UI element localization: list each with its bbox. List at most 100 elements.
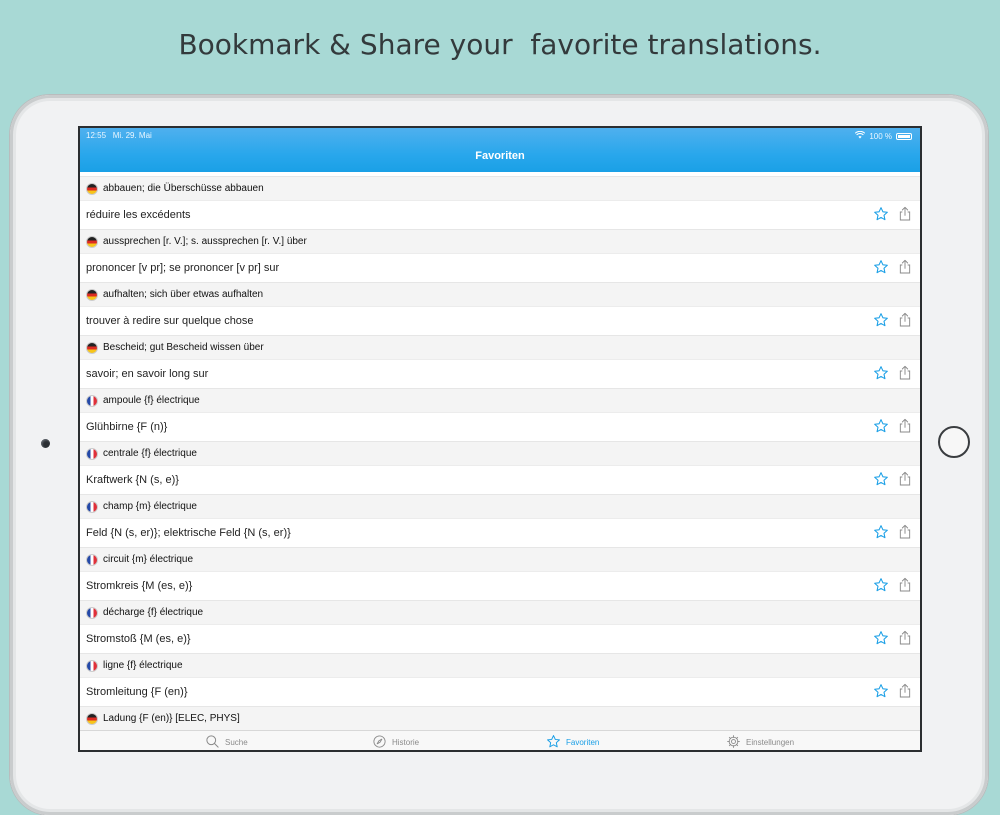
tab-label: Suche: [225, 738, 248, 747]
source-row[interactable]: abbauen; die Überschüsse abbauen: [80, 176, 920, 200]
translation-text: Stromleitung {F (en)}: [86, 686, 188, 698]
share-icon[interactable]: [897, 524, 913, 540]
german-flag-icon: [86, 288, 98, 301]
source-term: décharge {f} électrique: [103, 607, 204, 618]
favorite-star-icon[interactable]: [873, 206, 889, 222]
source-row[interactable]: circuit {m} électrique: [80, 547, 920, 571]
translation-row[interactable]: Stromleitung {F (en)}: [80, 677, 920, 706]
tab-label: Favoriten: [566, 738, 600, 747]
share-icon[interactable]: [897, 418, 913, 434]
tab-bar: Suche Historie Favoriten Einstellungen: [80, 730, 920, 750]
share-icon[interactable]: [897, 259, 913, 275]
tab-historie[interactable]: Historie: [372, 734, 419, 750]
source-term: aussprechen [r. V.]; s. aussprechen [r. …: [103, 236, 307, 247]
status-indicators: 100 %: [855, 130, 912, 141]
translation-row[interactable]: Kraftwerk {N (s, e)}: [80, 465, 920, 494]
promo-headline: Bookmark & Share your favorite translati…: [178, 28, 822, 61]
compass-icon: [372, 734, 387, 750]
share-icon[interactable]: [897, 577, 913, 593]
tab-label: Einstellungen: [746, 738, 795, 747]
source-term: centrale {f} électrique: [103, 448, 197, 459]
source-term: ampoule {f} électrique: [103, 395, 200, 406]
tab-suche[interactable]: Suche: [205, 734, 248, 750]
status-time-date: 12:55 Mi. 29. Mai: [86, 131, 152, 140]
translation-text: Kraftwerk {N (s, e)}: [86, 474, 179, 486]
navigation-bar: 12:55 Mi. 29. Mai 100 % Favoriten: [80, 128, 920, 172]
search-icon: [205, 734, 220, 750]
favorite-star-icon[interactable]: [873, 630, 889, 646]
translation-row[interactable]: Glühbirne {F (n)}: [80, 412, 920, 441]
translation-text: Stromkreis {M (es, e)}: [86, 580, 193, 592]
source-row[interactable]: Ladung {F (en)} [ELEC, PHYS]: [80, 706, 920, 730]
german-flag-icon: [86, 712, 98, 725]
front-camera: [41, 439, 50, 448]
source-row[interactable]: décharge {f} électrique: [80, 600, 920, 624]
wifi-icon: [855, 130, 866, 141]
battery-icon: [896, 132, 912, 140]
share-icon[interactable]: [897, 630, 913, 646]
home-button[interactable]: [938, 426, 970, 458]
source-term: circuit {m} électrique: [103, 554, 194, 565]
french-flag-icon: [86, 500, 98, 513]
source-term: aufhalten; sich über etwas aufhalten: [103, 289, 264, 300]
translation-row[interactable]: Feld {N (s, er)}; elektrische Feld {N (s…: [80, 518, 920, 547]
translation-row[interactable]: Stromstoß {M (es, e)}: [80, 624, 920, 653]
french-flag-icon: [86, 394, 98, 407]
translation-text: réduire les excédents: [86, 209, 191, 221]
translation-text: prononcer [v pr]; se prononcer [v pr] su…: [86, 262, 280, 274]
page-title: Favoriten: [475, 150, 525, 162]
favorite-star-icon[interactable]: [873, 683, 889, 699]
german-flag-icon: [86, 182, 98, 195]
french-flag-icon: [86, 553, 98, 566]
source-row[interactable]: ligne {f} électrique: [80, 653, 920, 677]
french-flag-icon: [86, 606, 98, 619]
translation-row[interactable]: trouver à redire sur quelque chose: [80, 306, 920, 335]
app-screen: 12:55 Mi. 29. Mai 100 % Favoriten abbaue…: [80, 128, 920, 750]
source-row[interactable]: aufhalten; sich über etwas aufhalten: [80, 282, 920, 306]
source-row[interactable]: aussprechen [r. V.]; s. aussprechen [r. …: [80, 229, 920, 253]
battery-percent: 100 %: [869, 131, 892, 141]
favorite-star-icon[interactable]: [873, 524, 889, 540]
source-term: abbauen; die Überschüsse abbauen: [103, 183, 264, 194]
source-term: Ladung {F (en)} [ELEC, PHYS]: [103, 713, 240, 724]
source-term: Bescheid; gut Bescheid wissen über: [103, 342, 264, 353]
translation-row[interactable]: prononcer [v pr]; se prononcer [v pr] su…: [80, 253, 920, 282]
share-icon[interactable]: [897, 206, 913, 222]
gear-icon: [726, 734, 741, 750]
status-time: 12:55: [86, 131, 107, 140]
favorite-star-icon[interactable]: [873, 259, 889, 275]
favorite-star-icon[interactable]: [873, 418, 889, 434]
translation-text: savoir; en savoir long sur: [86, 368, 209, 380]
favorite-star-icon[interactable]: [873, 312, 889, 328]
tab-label: Historie: [392, 738, 420, 747]
translation-text: Feld {N (s, er)}; elektrische Feld {N (s…: [86, 527, 291, 539]
favorite-star-icon[interactable]: [873, 365, 889, 381]
french-flag-icon: [86, 447, 98, 460]
german-flag-icon: [86, 235, 98, 248]
star-icon: [546, 734, 561, 750]
favorite-star-icon[interactable]: [873, 577, 889, 593]
translation-text: Glühbirne {F (n)}: [86, 421, 168, 433]
translation-text: Stromstoß {M (es, e)}: [86, 633, 191, 645]
favorites-list: abbauen; die Überschüsse abbauen réduire …: [80, 176, 920, 750]
source-row[interactable]: Bescheid; gut Bescheid wissen über: [80, 335, 920, 359]
share-icon[interactable]: [897, 471, 913, 487]
source-row[interactable]: ampoule {f} électrique: [80, 388, 920, 412]
translation-text: trouver à redire sur quelque chose: [86, 315, 254, 327]
translation-row[interactable]: Stromkreis {M (es, e)}: [80, 571, 920, 600]
source-term: champ {m} électrique: [103, 501, 197, 512]
share-icon[interactable]: [897, 365, 913, 381]
tab-favoriten[interactable]: Favoriten: [546, 734, 599, 750]
source-row[interactable]: champ {m} électrique: [80, 494, 920, 518]
share-icon[interactable]: [897, 683, 913, 699]
german-flag-icon: [86, 341, 98, 354]
translation-row[interactable]: savoir; en savoir long sur: [80, 359, 920, 388]
source-row[interactable]: centrale {f} électrique: [80, 441, 920, 465]
translation-row[interactable]: réduire les excédents: [80, 200, 920, 229]
source-term: ligne {f} électrique: [103, 660, 183, 671]
tab-einstellungen[interactable]: Einstellungen: [726, 734, 794, 750]
french-flag-icon: [86, 659, 98, 672]
favorite-star-icon[interactable]: [873, 471, 889, 487]
status-date: Mi. 29. Mai: [112, 131, 152, 140]
share-icon[interactable]: [897, 312, 913, 328]
